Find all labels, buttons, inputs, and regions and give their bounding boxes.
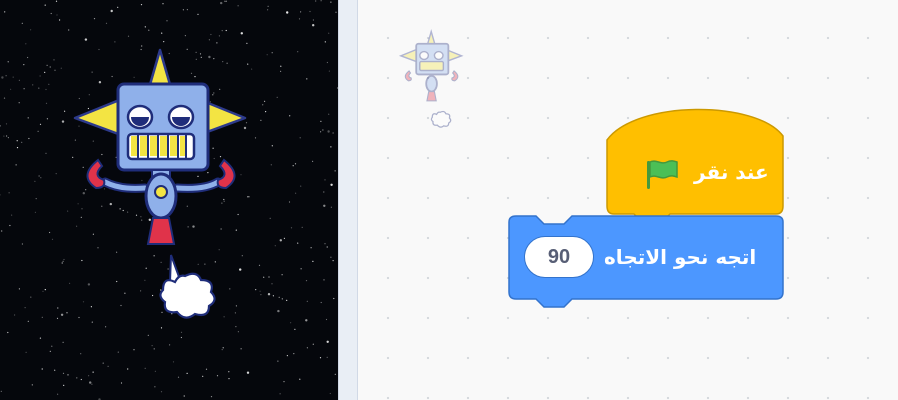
direction-value-input[interactable]: 90 bbox=[524, 236, 594, 278]
stage[interactable] bbox=[0, 0, 338, 400]
green-flag-icon bbox=[647, 160, 678, 189]
motion-block-label: اتجه نحو الاتجاه bbox=[604, 245, 757, 269]
stage-divider[interactable] bbox=[338, 0, 358, 400]
sprite-thumbnail-icon bbox=[398, 29, 464, 128]
event-block-label: عند نقر bbox=[694, 160, 769, 184]
robot-sprite[interactable] bbox=[0, 0, 338, 400]
